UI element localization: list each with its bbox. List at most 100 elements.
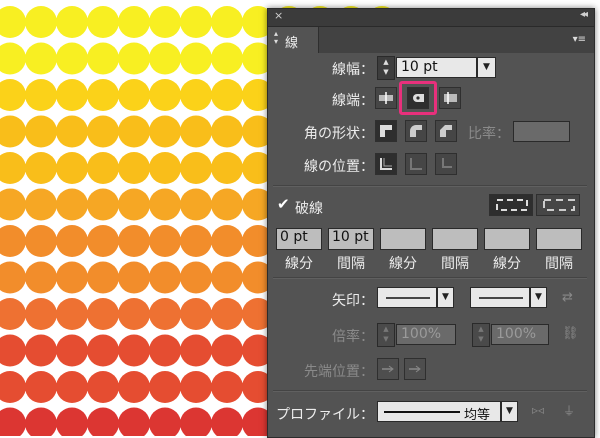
background-dot [149,261,181,294]
swap-arrows-icon[interactable]: ⇄ [562,290,573,305]
tab-row: ▴ ▾ 線 ▾≡ [268,27,594,53]
background-dot [87,225,119,257]
link-scale-icon: ⛓ [562,326,579,341]
dashed-checkbox[interactable]: ✔ [277,197,291,212]
dash-2-input[interactable] [380,228,426,250]
background-dot [149,115,181,148]
background-dot [56,6,88,38]
stroke-weight-input[interactable]: 10 pt [396,57,477,78]
background-dot [149,6,181,38]
background-dot [25,298,57,330]
stroke-weight-dropdown[interactable]: ▼ [477,57,496,78]
background-dot [25,42,57,75]
gap-2-input[interactable] [432,228,478,250]
background-dot [56,42,88,75]
gap-1-label: 間隔 [337,256,365,272]
dash-3-label: 線分 [493,256,521,272]
background-dot [118,298,150,330]
dash-exact-icon [496,199,528,211]
round-join-button[interactable] [405,120,427,142]
background-dot [0,152,26,184]
dash-exact-button[interactable] [489,194,533,216]
divider [273,277,587,279]
background-dot [180,42,212,75]
close-icon[interactable]: × [274,9,283,22]
background-dot [25,152,57,184]
background-dot [0,42,26,75]
align-outside-icon [442,158,452,168]
bevel-join-button[interactable] [435,120,457,142]
start-scale-input: 100% [396,324,456,345]
arrow-tip-extend-button [377,358,399,380]
background-dot [118,334,150,367]
butt-cap-button[interactable] [375,87,397,109]
miter-limit-input [513,121,570,142]
background-dot [56,225,88,257]
background-dot [118,42,150,75]
end-arrowhead-select[interactable] [470,287,530,308]
background-dot [0,225,26,257]
round-join-icon [410,125,422,137]
background-dot [180,298,212,330]
background-dot [180,371,212,403]
background-dot [211,225,243,257]
background-dot [56,371,88,403]
background-dot [149,371,181,403]
dashed-label: 破線 [295,201,323,217]
background-dot [56,115,88,148]
collapse-icon[interactable]: ◂◂ [580,9,588,20]
stroke-weight-stepper[interactable]: ▲ ▼ [377,56,395,80]
dash-3-input[interactable] [484,228,530,250]
end-arrowhead-dropdown[interactable]: ▼ [530,287,547,308]
gap-3-input[interactable] [536,228,582,250]
cap-highlight-frame [399,81,437,115]
stroke-weight-label: 線幅： [332,62,374,78]
gap-1-input[interactable]: 10 pt [328,228,374,250]
background-dot [211,371,243,403]
arrow-tip-place-icon [409,365,421,373]
background-dot [87,298,119,330]
butt-cap-icon [379,92,393,104]
background-dot [25,115,57,148]
profile-dropdown[interactable]: ▼ [501,401,518,422]
align-center-icon [380,158,392,170]
dash-align-corners-icon [543,199,575,211]
background-dot [25,371,57,403]
panel-menu-icon[interactable]: ▾≡ [573,34,586,45]
background-dot [118,152,150,184]
line-preview-icon [479,297,523,299]
background-dot [56,152,88,184]
background-dot [149,152,181,184]
background-dot [118,225,150,257]
line-preview-icon [386,297,430,299]
background-dot [87,407,119,436]
background-dot [149,334,181,367]
projecting-cap-button[interactable] [439,87,461,109]
tab-stroke-label: 線 [285,36,299,51]
start-arrowhead-select[interactable] [377,287,437,308]
background-dot [0,407,26,436]
background-dot [25,261,57,294]
gap-3-label: 間隔 [545,256,573,272]
tab-stroke[interactable]: ▴ ▾ 線 [268,27,319,53]
background-dot [118,407,150,436]
miter-join-button[interactable] [375,120,397,142]
background-dot [87,152,119,184]
dash-1-label: 線分 [285,256,313,272]
start-arrowhead-dropdown[interactable]: ▼ [437,287,454,308]
background-dot [118,115,150,148]
profile-line-icon [384,411,460,413]
profile-select[interactable]: 均等 [377,401,501,423]
background-dot [56,334,88,367]
background-dot [25,407,57,436]
background-dot [180,334,212,367]
background-dot [0,261,26,294]
background-dot [180,261,212,294]
background-dot [118,371,150,403]
dash-1-input[interactable]: 0 pt [276,228,322,250]
background-dot [180,79,212,111]
background-dot [87,334,119,367]
dash-align-corners-button[interactable] [536,194,580,216]
align-center-button[interactable] [375,153,397,175]
background-dot [0,298,26,330]
